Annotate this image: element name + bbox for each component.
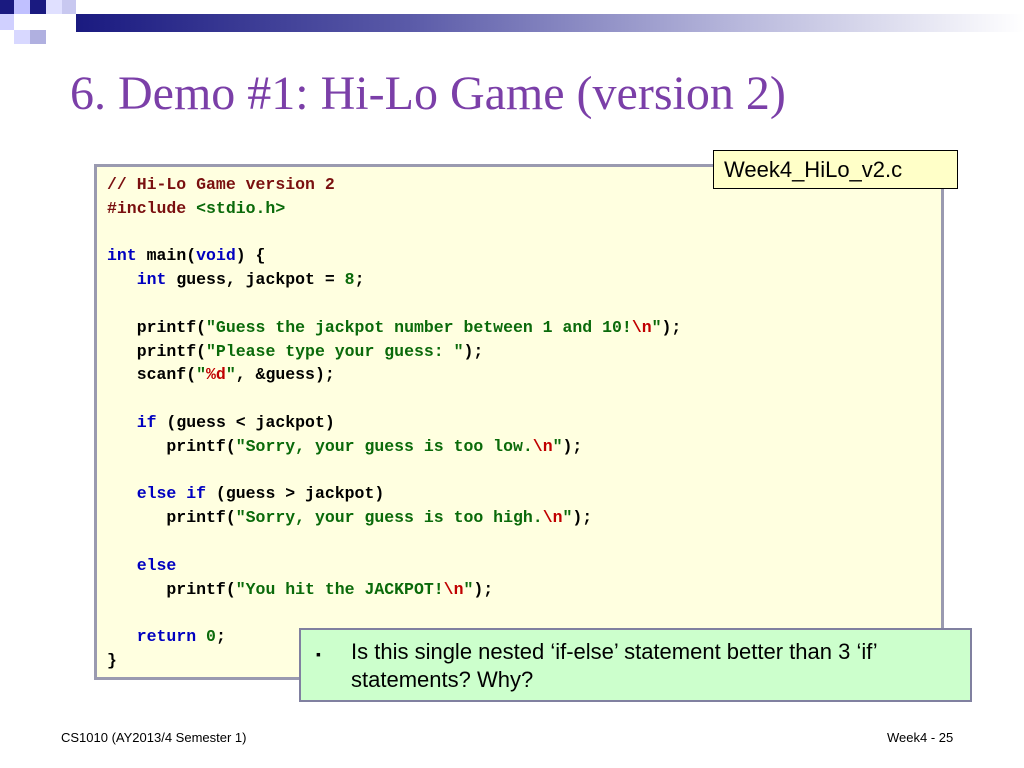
code-token: printf( [107, 436, 236, 456]
code-token: int [136, 270, 167, 290]
code-token: %d [206, 365, 226, 385]
code-token: return [136, 627, 197, 647]
code-token: ; [215, 627, 226, 647]
code-line: printf("Sorry, your guess is too high.\n… [107, 506, 681, 530]
code-token: "You hit the JACKPOT! [235, 579, 444, 599]
code-token: else [136, 555, 177, 575]
gradient-bar [76, 14, 1024, 32]
code-token: "Sorry, your guess is too high. [235, 508, 543, 528]
decor-square [46, 0, 62, 14]
code-line: printf("Guess the jackpot number between… [107, 316, 682, 340]
code-token: ); [572, 508, 593, 528]
code-token: ); [562, 436, 583, 456]
decor-square [30, 0, 46, 14]
code-line: int main(void) { [107, 244, 681, 268]
code-token: , &guess); [235, 365, 335, 385]
code-token: else if [136, 484, 207, 504]
code-line: else [107, 554, 681, 578]
code-line: printf("Sorry, your guess is too low.\n"… [107, 435, 681, 459]
code-token: " [651, 317, 662, 337]
code-token: ; [354, 270, 365, 290]
code-token: ) { [235, 246, 266, 266]
code-token: ); [463, 341, 484, 361]
code-token: \n [532, 436, 553, 456]
code-token: printf( [107, 317, 207, 337]
bullet-icon: ▪ [316, 646, 321, 662]
decor-square [14, 30, 30, 44]
decor-square [0, 14, 14, 30]
code-token: #include [107, 198, 197, 218]
question-note: ▪ Is this single nested ‘if-else’ statem… [299, 628, 972, 702]
code-token: printf( [107, 508, 236, 528]
code-token: <stdio.h> [196, 198, 286, 218]
code-token: scanf( [107, 365, 197, 385]
code-token: \n [542, 508, 563, 528]
code-line: else if (guess > jackpot) [107, 482, 681, 506]
code-token: \n [443, 579, 464, 599]
code-listing: // Hi-Lo Game version 2 #include <stdio.h… [107, 173, 681, 673]
code-line: printf("Please type your guess: "); [107, 340, 681, 364]
code-line: scanf("%d", &guess); [107, 363, 681, 387]
code-token: " [196, 365, 207, 385]
code-token: (guess > jackpot) [206, 484, 385, 504]
code-line: // Hi-Lo Game version 2 [107, 173, 681, 197]
code-token: 0 [206, 627, 216, 647]
decor-square [14, 0, 30, 14]
code-token: "Sorry, your guess is too low. [235, 436, 533, 456]
code-token: if [136, 412, 157, 432]
decor-square [30, 30, 46, 44]
code-token: " [552, 436, 563, 456]
footer-page-number: Week4 - 25 [887, 730, 954, 745]
code-token: "Guess the jackpot number between 1 and … [206, 317, 632, 337]
code-token: " [463, 579, 474, 599]
code-line: #include <stdio.h> [107, 197, 681, 221]
code-token: (guess < jackpot) [156, 412, 335, 432]
code-token: "Please type your guess: " [206, 341, 464, 361]
code-token: 8 [344, 270, 355, 290]
code-token: guess, jackpot = [166, 270, 345, 290]
note-text: Is this single nested ‘if-else’ statemen… [351, 639, 877, 692]
code-token: } [107, 650, 117, 670]
code-token: // Hi-Lo Game version 2 [107, 175, 335, 194]
file-name-label: Week4_HiLo_v2.c [713, 150, 958, 189]
decor-square [62, 0, 76, 14]
code-token: " [562, 508, 573, 528]
code-token: int [107, 246, 137, 266]
code-token: main( [136, 246, 197, 266]
code-token: printf( [107, 341, 207, 361]
code-line: printf("You hit the JACKPOT!\n"); [107, 578, 681, 602]
code-token: \n [631, 317, 652, 337]
slide-title: 6. Demo #1: Hi-Lo Game (version 2) [70, 67, 786, 120]
code-token: ); [661, 317, 682, 337]
decor-square [0, 0, 14, 14]
footer-course: CS1010 (AY2013/4 Semester 1) [61, 730, 247, 745]
code-token: " [225, 365, 236, 385]
code-token: printf( [107, 579, 236, 599]
code-token: void [196, 246, 236, 266]
code-line: if (guess < jackpot) [107, 411, 681, 435]
code-line: int guess, jackpot = 8; [107, 268, 681, 292]
code-box: // Hi-Lo Game version 2 #include <stdio.h… [94, 164, 944, 680]
code-token: ); [473, 579, 494, 599]
